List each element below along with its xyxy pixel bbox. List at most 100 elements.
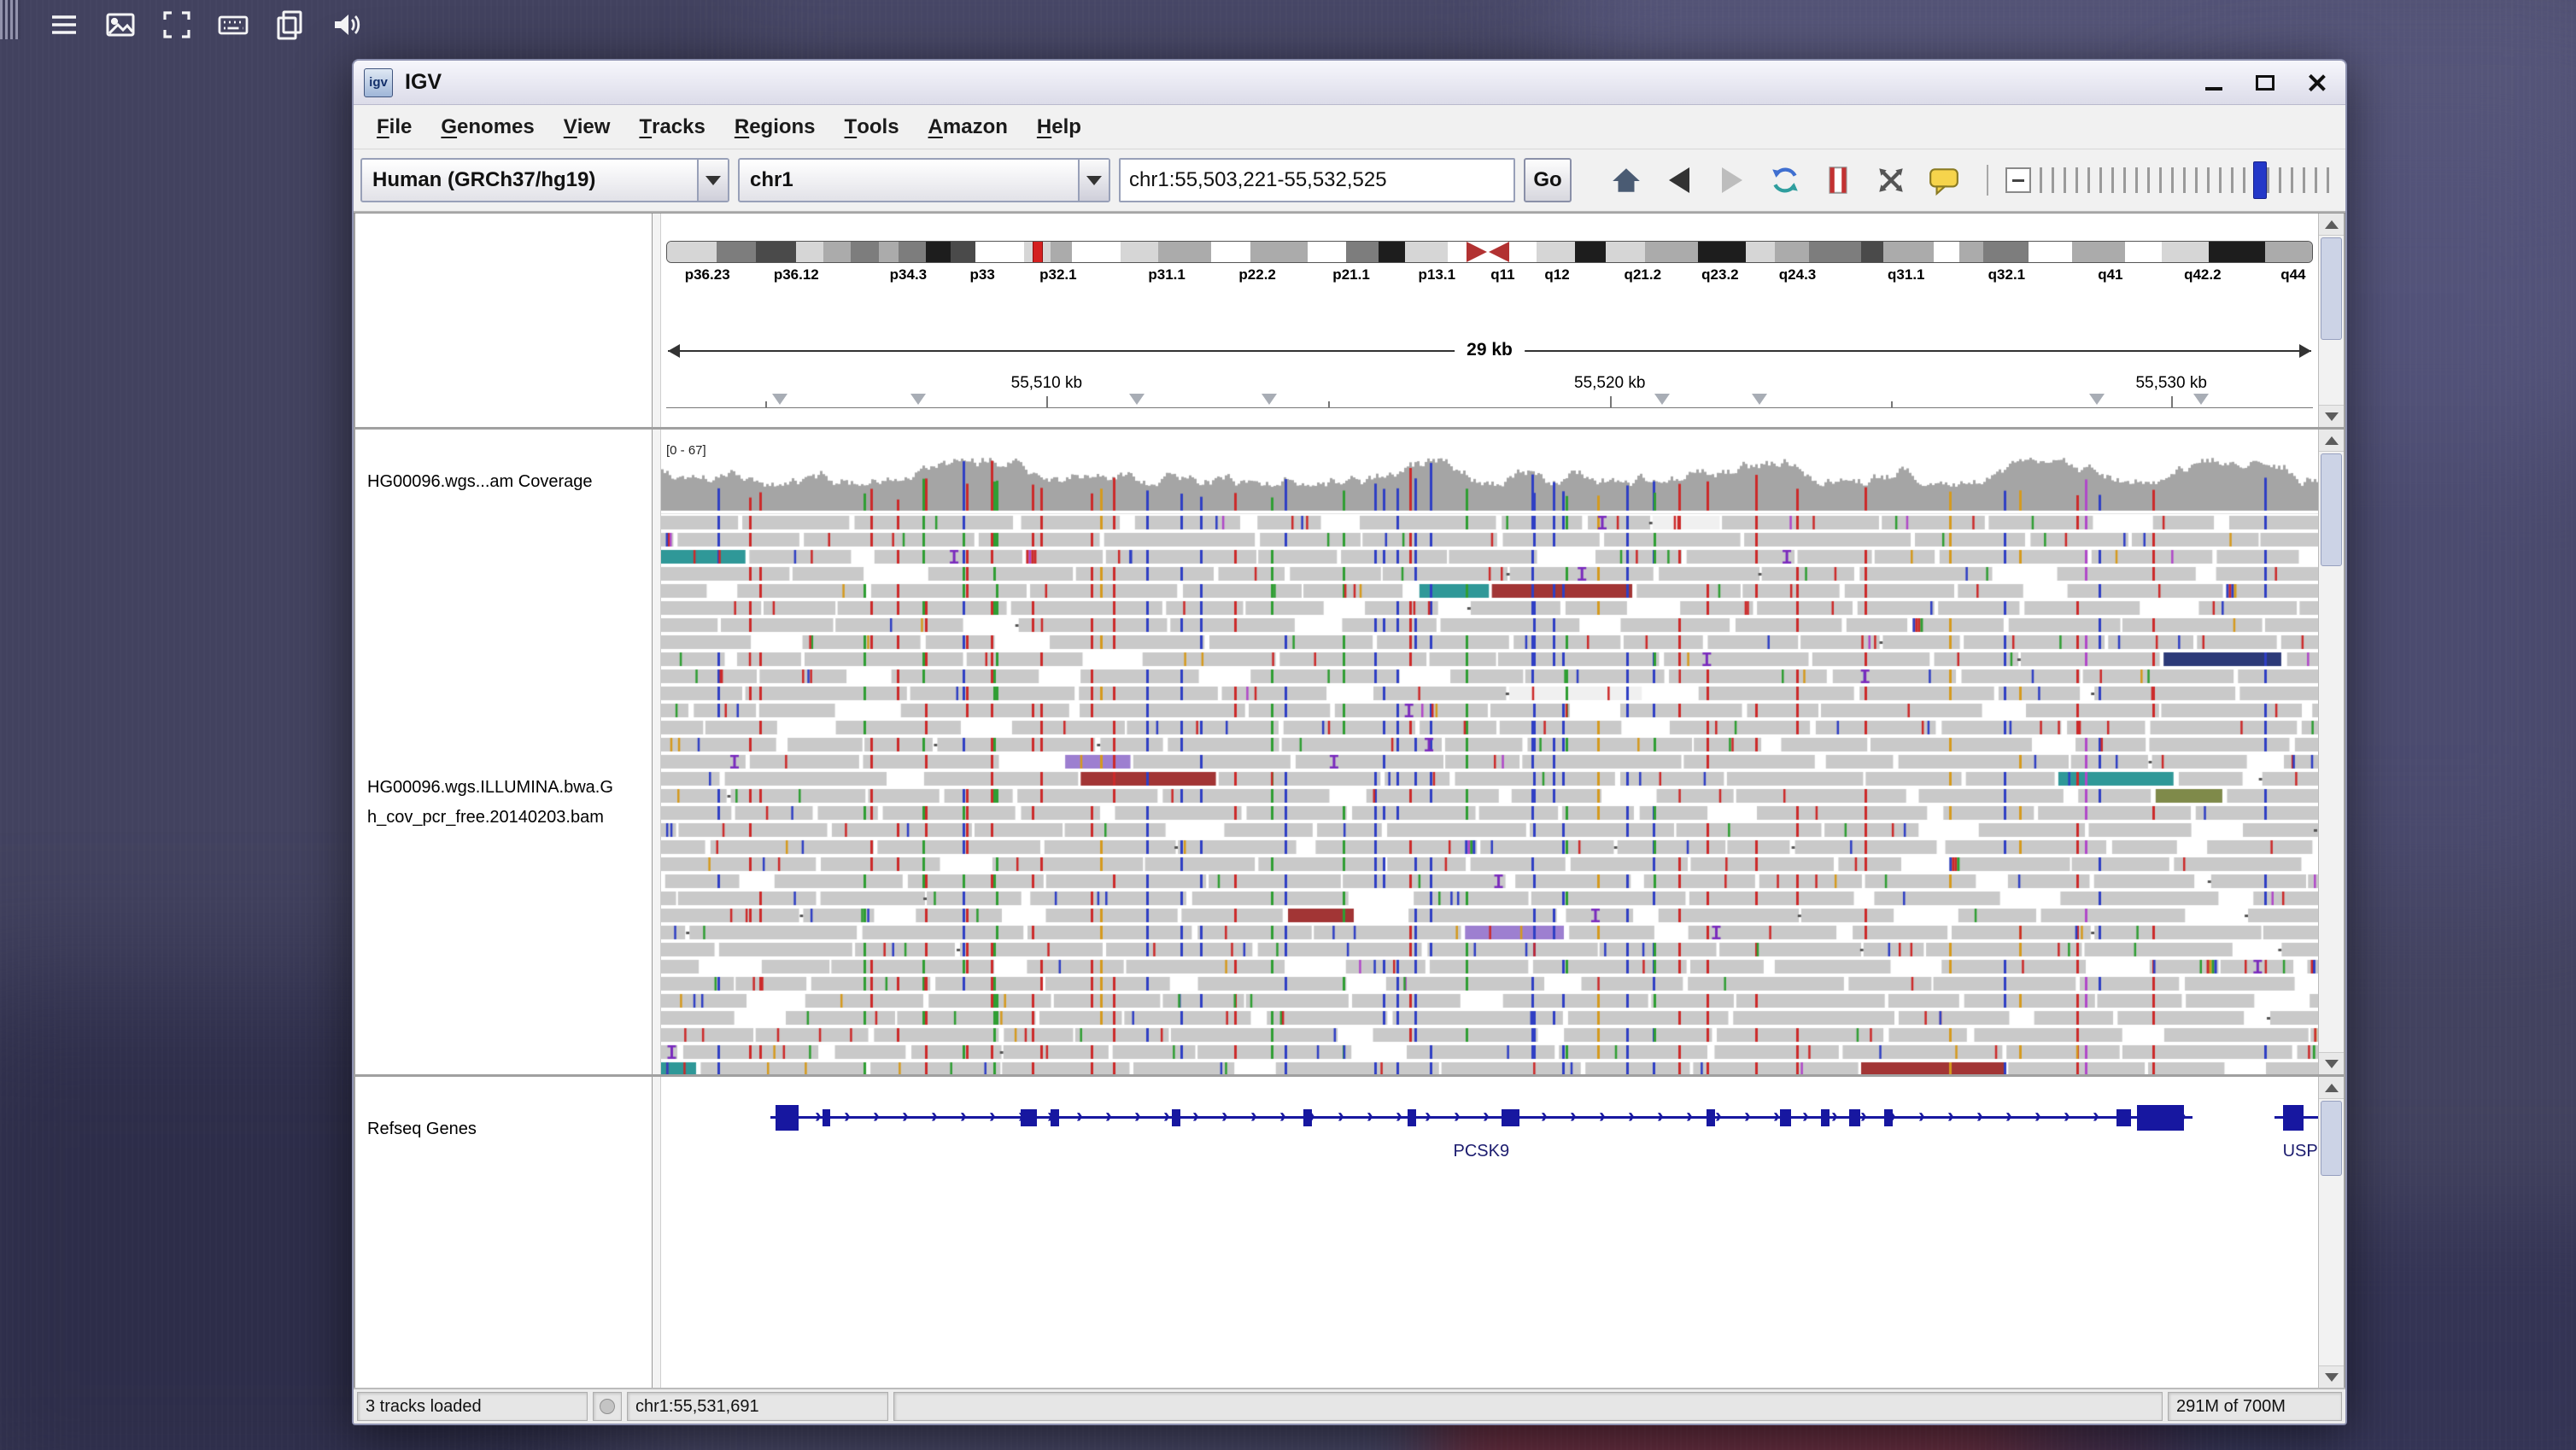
copy-icon[interactable] <box>272 7 307 43</box>
cytoband-label: q23.2 <box>1701 266 1738 284</box>
exon-block[interactable] <box>2116 1109 2131 1126</box>
strand-arrow-icon: › <box>1744 1102 1751 1130</box>
scroll-up-icon[interactable] <box>2319 430 2344 452</box>
chromosome-ideogram[interactable] <box>666 241 2313 263</box>
menu-item-genomes[interactable]: Genomes <box>426 105 548 149</box>
gene-name-label[interactable]: PCSK9 <box>1454 1142 1510 1161</box>
exon-block[interactable] <box>1408 1109 1416 1126</box>
span-length-label: 29 kb <box>1455 338 1525 362</box>
exon-block[interactable] <box>1821 1109 1830 1126</box>
go-button[interactable]: Go <box>1524 158 1572 202</box>
ideogram-panel: p36.23p36.12p34.3p33p32.1p31.1p22.2p21.1… <box>355 213 2344 427</box>
scroll-down-icon[interactable] <box>2319 1365 2344 1388</box>
zoom-tick-track[interactable] <box>2040 167 2339 193</box>
alignment-canvas[interactable] <box>661 430 2318 1074</box>
ruler[interactable]: 55,510 kb55,520 kb55,530 kb <box>666 369 2313 424</box>
cytoband-label: p31.1 <box>1148 266 1185 284</box>
strand-arrow-icon: › <box>1367 1102 1373 1130</box>
menu-item-file[interactable]: File <box>362 105 426 149</box>
exon-block[interactable] <box>2137 1105 2184 1131</box>
menu-icon[interactable] <box>46 7 82 43</box>
menu-item-help[interactable]: Help <box>1022 105 1096 149</box>
scrollbar-thumb[interactable] <box>2321 237 2342 340</box>
gene-track-label[interactable]: Refseq Genes <box>367 1120 477 1139</box>
menu-item-regions[interactable]: Regions <box>720 105 830 149</box>
desktop-toolbar <box>46 7 364 43</box>
exon-block[interactable] <box>776 1105 799 1131</box>
region-marker-icon[interactable] <box>1129 394 1145 405</box>
exon-block[interactable] <box>2283 1105 2304 1131</box>
menu-item-tools[interactable]: Tools <box>830 105 914 149</box>
exon-block[interactable] <box>1502 1109 1519 1126</box>
home-icon[interactable] <box>1607 161 1645 199</box>
title-bar[interactable]: igv IGV <box>354 61 2345 105</box>
exon-block[interactable] <box>1849 1109 1860 1126</box>
speaker-icon[interactable] <box>328 7 364 43</box>
status-indicator-icon[interactable] <box>593 1392 622 1421</box>
strand-arrow-icon: › <box>1570 1102 1577 1130</box>
scrollbar-thumb[interactable] <box>2321 1101 2342 1176</box>
scroll-down-icon[interactable] <box>2319 405 2344 427</box>
menu-item-amazon[interactable]: Amazon <box>914 105 1022 149</box>
gene-scrollbar[interactable] <box>2318 1077 2344 1388</box>
region-marker-icon[interactable] <box>2089 394 2105 405</box>
exon-block[interactable] <box>1884 1109 1893 1126</box>
define-region-icon[interactable] <box>1819 161 1857 199</box>
exon-block[interactable] <box>1780 1109 1791 1126</box>
gene-track-area[interactable]: ››››››››››››››››››››››››››››››››››››››››… <box>661 1077 2318 1388</box>
view-region-marker[interactable] <box>1033 241 1043 263</box>
exon-block[interactable] <box>1021 1109 1037 1126</box>
region-marker-icon[interactable] <box>910 394 926 405</box>
ideogram-scrollbar[interactable] <box>2318 213 2344 427</box>
scroll-down-icon[interactable] <box>2319 1052 2344 1074</box>
region-marker-icon[interactable] <box>2193 394 2209 405</box>
exon-block[interactable] <box>1172 1109 1180 1126</box>
centromere-icon <box>1467 242 1509 262</box>
close-button[interactable] <box>2303 69 2330 96</box>
maximize-button[interactable] <box>2251 69 2279 96</box>
image-icon[interactable] <box>102 7 138 43</box>
zoom-slider-thumb[interactable] <box>2253 161 2267 199</box>
exon-block[interactable] <box>823 1109 830 1126</box>
scroll-up-icon[interactable] <box>2319 213 2344 236</box>
region-marker-icon[interactable] <box>772 394 787 405</box>
forward-arrow-icon <box>1713 161 1751 199</box>
region-marker-icon[interactable] <box>1262 394 1277 405</box>
menu-item-tracks[interactable]: Tracks <box>624 105 719 149</box>
fullscreen-icon[interactable] <box>159 7 195 43</box>
alignment-track-label-line2[interactable]: h_cov_pcr_free.20140203.bam <box>367 808 604 827</box>
zoom-slider[interactable] <box>2005 160 2339 201</box>
exon-block[interactable] <box>1303 1109 1312 1126</box>
strand-arrow-icon: › <box>1192 1102 1199 1130</box>
zoom-out-icon[interactable] <box>2005 167 2031 193</box>
tooltip-bubble-icon[interactable] <box>1925 161 1963 199</box>
cursor-position-field: chr1:55,531,691 <box>627 1392 888 1421</box>
coverage-track-label[interactable]: HG00096.wgs...am Coverage <box>367 472 592 492</box>
alignment-scrollbar[interactable] <box>2318 430 2344 1074</box>
exon-block[interactable] <box>1051 1109 1059 1126</box>
region-marker-icon[interactable] <box>1752 394 1767 405</box>
strand-arrow-icon: › <box>1454 1102 1461 1130</box>
scroll-up-icon[interactable] <box>2319 1077 2344 1099</box>
cytoband-label: p13.1 <box>1419 266 1455 284</box>
ideogram-data-area[interactable]: p36.23p36.12p34.3p33p32.1p31.1p22.2p21.1… <box>661 213 2318 427</box>
strand-arrow-icon: › <box>2064 1102 2070 1130</box>
fit-to-window-icon[interactable] <box>1872 161 1910 199</box>
back-arrow-icon[interactable] <box>1660 161 1698 199</box>
minimize-button[interactable] <box>2200 69 2228 96</box>
strand-arrow-icon: › <box>1250 1102 1257 1130</box>
locus-input[interactable] <box>1119 158 1515 202</box>
refresh-icon[interactable] <box>1766 161 1804 199</box>
chevron-down-icon[interactable] <box>1078 160 1109 201</box>
alignment-track-label-line1[interactable]: HG00096.wgs.ILLUMINA.bwa.G <box>367 778 613 798</box>
scrollbar-thumb[interactable] <box>2321 453 2342 566</box>
menu-item-view[interactable]: View <box>549 105 625 149</box>
keyboard-icon[interactable] <box>215 7 251 43</box>
genome-select[interactable]: Human (GRCh37/hg19) <box>360 158 729 202</box>
chevron-down-icon[interactable] <box>697 160 728 201</box>
chromosome-select[interactable]: chr1 <box>738 158 1110 202</box>
region-marker-icon[interactable] <box>1654 394 1670 405</box>
gene-name-label[interactable]: USP24 <box>2283 1142 2318 1161</box>
exon-block[interactable] <box>1707 1109 1715 1126</box>
alignment-data-area[interactable]: [0 - 67] <box>661 430 2318 1074</box>
